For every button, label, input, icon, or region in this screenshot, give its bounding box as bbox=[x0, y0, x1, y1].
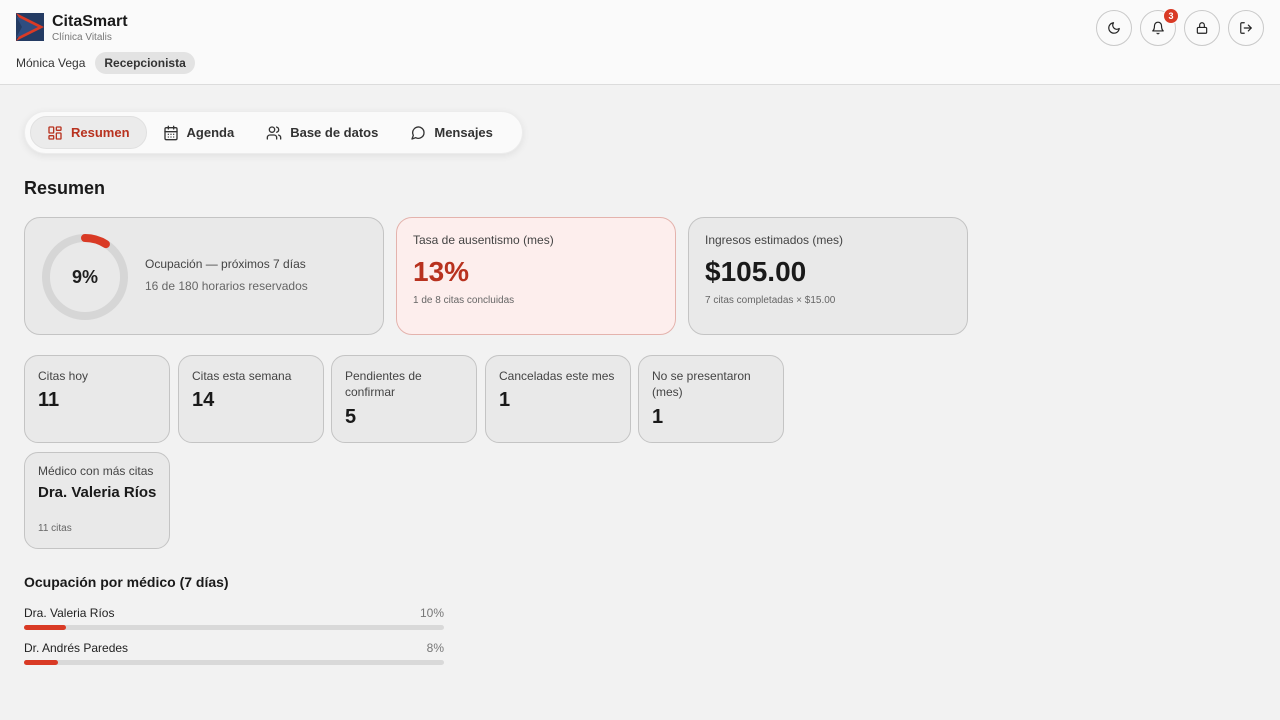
brand[interactable]: CitaSmart Clínica Vitalis bbox=[16, 13, 128, 44]
tab-label: Resumen bbox=[71, 125, 130, 140]
stat-label: Pendientes de confirmar bbox=[345, 369, 422, 399]
stat-label: Citas hoy bbox=[38, 369, 89, 383]
app-logo bbox=[16, 13, 44, 41]
tab-label: Mensajes bbox=[434, 125, 493, 140]
stat-card-pendientes: Pendientes de confirmar 5 bbox=[331, 355, 477, 443]
role-badge: Recepcionista bbox=[95, 52, 195, 74]
stat-label: No se presentaron (mes) bbox=[652, 369, 751, 399]
occupancy-percent: 9% bbox=[71, 266, 98, 287]
tab-base-de-datos[interactable]: Base de datos bbox=[250, 116, 394, 149]
doctor-percent: 10% bbox=[419, 606, 444, 620]
dashboard-icon bbox=[48, 125, 62, 140]
occupancy-bar-fill bbox=[24, 660, 58, 665]
stat-value: 1 bbox=[499, 389, 511, 411]
stat-value: 11 bbox=[38, 389, 60, 411]
page-title: Resumen bbox=[24, 178, 106, 198]
income-note: 7 citas completadas × $15.00 bbox=[705, 295, 836, 306]
user-name: Mónica Vega bbox=[16, 56, 86, 70]
bell-icon bbox=[1152, 21, 1164, 35]
app-name: CitaSmart bbox=[52, 13, 128, 30]
tab-resumen[interactable]: Resumen bbox=[30, 116, 147, 149]
logout-icon bbox=[1240, 22, 1252, 34]
lock-button[interactable] bbox=[1184, 10, 1220, 46]
top-doctor-label: Médico con más citas bbox=[38, 464, 154, 478]
stat-card-citas-hoy: Citas hoy 11 bbox=[24, 355, 170, 443]
main-tabs: Resumen Agenda Base de datos Mensajes bbox=[24, 111, 523, 154]
absence-value: 13% bbox=[413, 256, 470, 287]
doctor-occupancy-title: Ocupación por médico (7 días) bbox=[24, 574, 229, 590]
top-doctor-count: 11 citas bbox=[38, 523, 72, 534]
occupancy-bar-track bbox=[24, 660, 444, 665]
income-value: $105.00 bbox=[705, 256, 807, 287]
app-header: CitaSmart Clínica Vitalis Mónica Vega Re… bbox=[0, 0, 1280, 85]
income-card: Ingresos estimados (mes) $105.00 7 citas… bbox=[688, 217, 968, 335]
moon-icon bbox=[1108, 22, 1120, 34]
header-actions: 3 bbox=[1096, 8, 1264, 46]
calendar-icon bbox=[163, 125, 178, 140]
occupancy-label: Ocupación — próximos 7 días bbox=[145, 257, 306, 271]
occupancy-bar-track bbox=[24, 625, 444, 630]
tab-label: Agenda bbox=[186, 125, 235, 140]
stat-value: 14 bbox=[192, 389, 215, 411]
tab-mensajes[interactable]: Mensajes bbox=[394, 116, 509, 149]
stat-card-canceladas: Canceladas este mes 1 bbox=[485, 355, 631, 443]
income-label: Ingresos estimados (mes) bbox=[705, 233, 844, 247]
absence-label: Tasa de ausentismo (mes) bbox=[413, 233, 554, 247]
clinic-name: Clínica Vitalis bbox=[52, 32, 112, 43]
stat-card-citas-semana: Citas esta semana 14 bbox=[178, 355, 324, 443]
occupancy-detail: 16 de 180 horarios reservados bbox=[145, 279, 308, 293]
top-doctor-card: Médico con más citas Dra. Valeria Ríos 1… bbox=[24, 452, 170, 549]
absence-rate-card: Tasa de ausentismo (mes) 13% 1 de 8 cita… bbox=[396, 217, 676, 335]
doctor-name: Dr. Andrés Paredes bbox=[24, 641, 129, 655]
message-icon bbox=[411, 125, 426, 140]
occupancy-card: 9% Ocupación — próximos 7 días 16 de 180… bbox=[24, 217, 384, 335]
logout-button[interactable] bbox=[1228, 10, 1264, 46]
tab-agenda[interactable]: Agenda bbox=[147, 116, 251, 149]
theme-toggle-button[interactable] bbox=[1096, 10, 1132, 46]
notifications-button[interactable]: 3 bbox=[1140, 8, 1179, 46]
notification-count-badge: 3 bbox=[1163, 8, 1179, 24]
stat-value: 1 bbox=[652, 406, 664, 428]
top-doctor-name: Dra. Valeria Ríos bbox=[38, 484, 157, 501]
stat-label: Citas esta semana bbox=[192, 369, 292, 383]
lock-icon bbox=[1196, 22, 1208, 34]
doctor-percent: 8% bbox=[426, 641, 444, 655]
stat-label: Canceladas este mes bbox=[499, 369, 615, 383]
user-info: Mónica Vega Recepcionista bbox=[16, 52, 195, 74]
users-icon bbox=[266, 125, 282, 140]
tab-label: Base de datos bbox=[290, 125, 379, 140]
doctor-occupancy-row: Dra. Valeria Ríos 10% bbox=[24, 606, 444, 630]
doctor-name: Dra. Valeria Ríos bbox=[24, 606, 115, 620]
stat-value: 5 bbox=[345, 406, 357, 428]
occupancy-bar-fill bbox=[24, 625, 66, 630]
doctor-occupancy-row: Dr. Andrés Paredes 8% bbox=[24, 641, 444, 665]
stat-card-no-presentaron: No se presentaron (mes) 1 bbox=[638, 355, 784, 443]
absence-note: 1 de 8 citas concluidas bbox=[413, 295, 515, 306]
